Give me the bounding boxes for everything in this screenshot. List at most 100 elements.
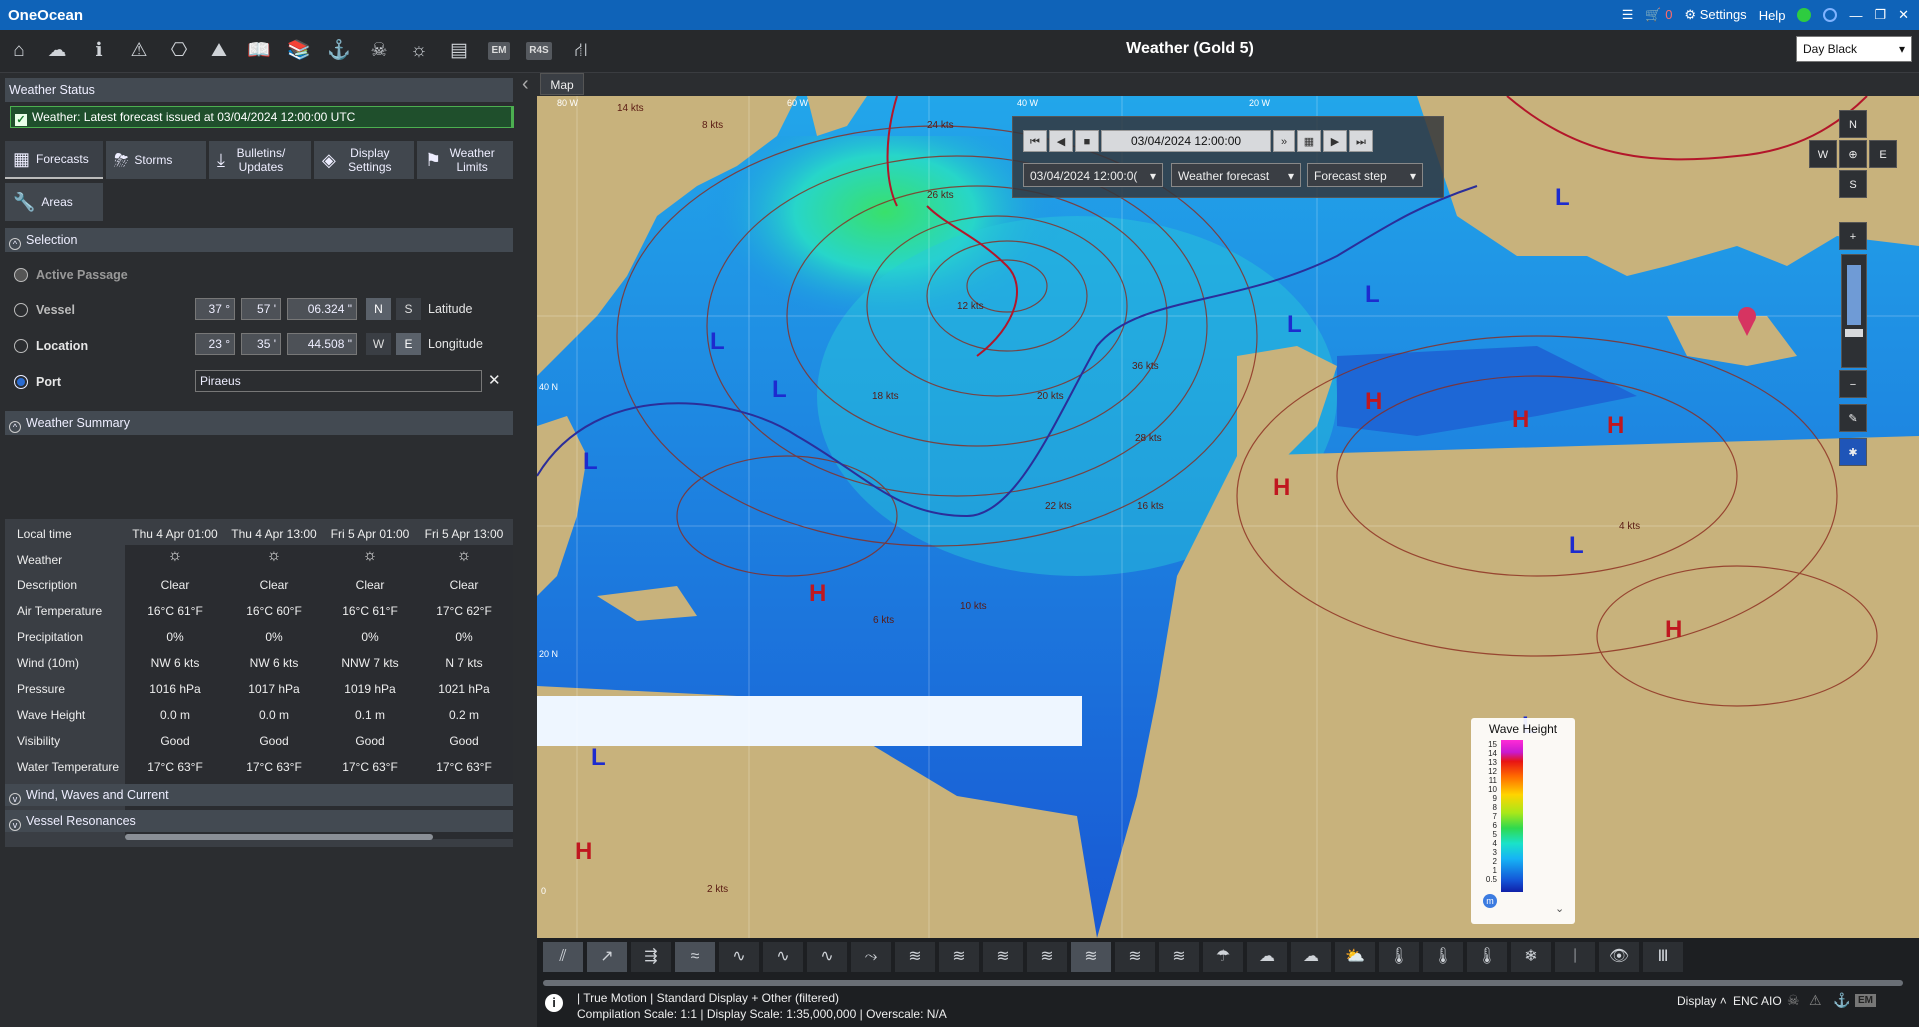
south-button[interactable]: S: [396, 298, 421, 320]
active-passage-option[interactable]: Active Passage: [14, 264, 128, 286]
weather-overlay-icon[interactable]: ✱: [1839, 438, 1867, 466]
latitude-degrees-field[interactable]: 37 °: [195, 298, 235, 320]
home-icon[interactable]: ⌂: [6, 38, 32, 64]
pan-west-button[interactable]: W: [1809, 140, 1837, 168]
forecast-product-select[interactable]: Weather forecast ▾: [1171, 163, 1301, 187]
user-plan-icon[interactable]: ⛙: [568, 38, 594, 64]
bottom-horizontal-scrollbar[interactable]: [543, 980, 1903, 986]
wind-50b-icon[interactable]: ∿: [807, 942, 847, 972]
wind-gust-icon[interactable]: ↗: [587, 942, 627, 972]
vessel-option[interactable]: Vessel: [14, 299, 75, 321]
east-button[interactable]: E: [396, 333, 421, 355]
weather-summary-header[interactable]: ^ Weather Summary: [5, 411, 513, 435]
fog-icon[interactable]: ☁: [1291, 942, 1331, 972]
sea-temperature-icon[interactable]: 🌡: [1423, 942, 1463, 972]
theme-select[interactable]: Day Black ▾: [1796, 36, 1912, 62]
port-input[interactable]: Piraeus: [195, 370, 482, 392]
high-pressure-label[interactable]: H: [809, 580, 826, 608]
em-icon[interactable]: EM: [488, 42, 510, 60]
wave-w2-icon[interactable]: ≋: [939, 942, 979, 972]
latitude-minutes-field[interactable]: 57 ': [241, 298, 281, 320]
rain-icon[interactable]: ☂: [1203, 942, 1243, 972]
pan-east-button[interactable]: E: [1869, 140, 1897, 168]
calendar-icon[interactable]: ▦: [1297, 130, 1321, 152]
wind-waves-current-header[interactable]: v Wind, Waves and Current: [5, 784, 513, 806]
high-pressure-label[interactable]: H: [1512, 406, 1529, 434]
cloud-upload-icon[interactable]: ☁: [44, 38, 70, 64]
route-icon[interactable]: ⎔: [166, 38, 192, 64]
list-icon[interactable]: ☰: [1622, 7, 1634, 23]
tab-display-settings[interactable]: ◈ Display Settings: [314, 141, 414, 179]
book-icon[interactable]: 📖: [246, 38, 272, 64]
low-pressure-label[interactable]: L: [1555, 184, 1570, 212]
low-pressure-label[interactable]: L: [710, 328, 725, 356]
forecast-step-select[interactable]: Forecast step ▾: [1307, 163, 1423, 187]
zoom-slider[interactable]: [1841, 254, 1867, 368]
pan-north-button[interactable]: N: [1839, 110, 1867, 138]
fast-forward-button[interactable]: »: [1273, 130, 1295, 152]
low-pressure-label[interactable]: L: [772, 376, 787, 404]
wave-height-icon[interactable]: ≋: [1071, 942, 1111, 972]
temperature-icon[interactable]: 🌡: [1379, 942, 1419, 972]
close-window-button[interactable]: ✕: [1898, 7, 1909, 23]
selection-header[interactable]: ^ Selection: [5, 228, 513, 252]
measure-icon[interactable]: ✎: [1839, 404, 1867, 432]
ice-icon[interactable]: ❄: [1511, 942, 1551, 972]
panel-splitter[interactable]: ‹: [522, 73, 534, 1027]
wind-10-icon[interactable]: ∿: [719, 942, 759, 972]
zoom-out-button[interactable]: −: [1839, 370, 1867, 398]
zoom-slider-thumb[interactable]: [1845, 329, 1863, 337]
anchor-icon[interactable]: ⚓: [1833, 992, 1850, 1009]
info-icon[interactable]: ℹ: [86, 38, 112, 64]
weather-icon[interactable]: ☼: [406, 38, 432, 64]
collapse-panel-icon[interactable]: ‹: [522, 73, 534, 101]
vessel-resonances-header[interactable]: v Vessel Resonances: [5, 810, 513, 832]
wave-s2-icon[interactable]: ≋: [1027, 942, 1067, 972]
enc-button[interactable]: ENC: [1733, 994, 1758, 1008]
forecast-datetime-field[interactable]: 03/04/2024 12:00:00: [1101, 130, 1271, 152]
wave-r-icon[interactable]: ≋: [1115, 942, 1155, 972]
aio-button[interactable]: AIO: [1761, 994, 1782, 1008]
forecast-date-select[interactable]: 03/04/2024 12:00:0(▾: [1023, 163, 1163, 187]
chart-icon[interactable]: ⛰: [206, 38, 232, 64]
high-pressure-label[interactable]: H: [1273, 474, 1290, 502]
tab-storms[interactable]: ⛈ Storms: [106, 141, 206, 179]
news-icon[interactable]: ▤: [446, 38, 472, 64]
current-icon[interactable]: ≋: [1159, 942, 1199, 972]
pan-south-button[interactable]: S: [1839, 170, 1867, 198]
latitude-seconds-field[interactable]: 06.324 ": [287, 298, 357, 320]
north-button[interactable]: N: [366, 298, 391, 320]
stop-button[interactable]: ■: [1075, 130, 1099, 152]
anchor-icon[interactable]: ⚓: [326, 38, 352, 64]
wind-50-icon[interactable]: ∿: [763, 942, 803, 972]
map-tab[interactable]: Map: [540, 73, 584, 95]
r4s-icon[interactable]: R4S: [526, 42, 552, 60]
air-temperature-icon[interactable]: 🌡: [1467, 942, 1507, 972]
info-icon[interactable]: i: [545, 994, 563, 1012]
weather-map[interactable]: L L L L L L L L L H H H H H H H 40 N 20 …: [537, 96, 1919, 938]
zoom-in-button[interactable]: +: [1839, 222, 1867, 250]
cart-icon[interactable]: 🛒 0: [1645, 7, 1672, 23]
longitude-seconds-field[interactable]: 44.508 ": [287, 333, 357, 355]
maximize-button[interactable]: ❐: [1874, 7, 1886, 23]
settings-button[interactable]: ⚙ Settings: [1684, 7, 1746, 23]
skip-to-end-button[interactable]: ⏭: [1349, 130, 1373, 152]
library-icon[interactable]: 📚: [286, 38, 312, 64]
display-menu[interactable]: Display ˄: [1677, 994, 1727, 1008]
icicles-icon[interactable]: ᛁ: [1555, 942, 1595, 972]
high-pressure-label[interactable]: H: [1607, 412, 1624, 440]
skip-to-start-button[interactable]: ⏮: [1023, 130, 1047, 152]
low-pressure-label[interactable]: L: [1287, 311, 1302, 339]
wave-s-icon[interactable]: ≋: [983, 942, 1023, 972]
table-horizontal-scrollbar[interactable]: [125, 834, 433, 840]
wind-barbs-icon[interactable]: ⫽: [543, 942, 583, 972]
low-pressure-label[interactable]: L: [1569, 532, 1584, 560]
step-forward-button[interactable]: ▶: [1323, 130, 1347, 152]
west-button[interactable]: W: [366, 333, 391, 355]
pirate-icon[interactable]: ☠: [1787, 992, 1800, 1009]
tab-forecasts[interactable]: ▦ Forecasts: [5, 141, 103, 179]
low-pressure-label[interactable]: L: [591, 744, 606, 772]
tab-areas[interactable]: 🔧 Areas: [5, 183, 103, 221]
warning-icon[interactable]: ⚠: [126, 38, 152, 64]
wind-10m-icon[interactable]: ≈: [675, 942, 715, 972]
